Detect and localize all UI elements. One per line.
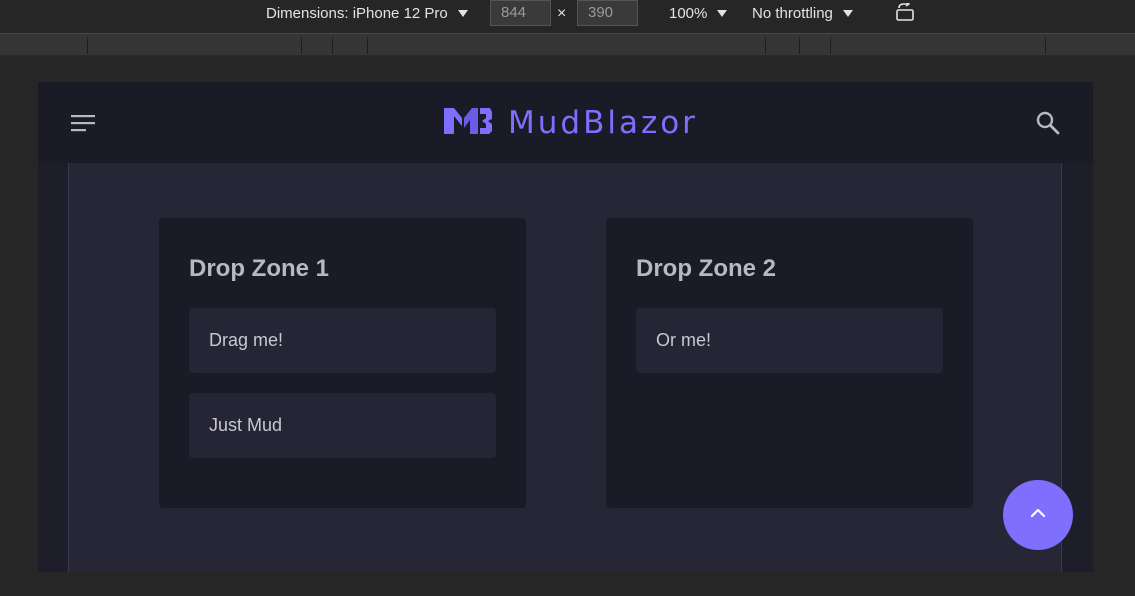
devtools-device-toolbar: Dimensions: iPhone 12 Pro 844 × 390 100%… [0, 0, 1135, 33]
search-icon[interactable] [1035, 110, 1061, 136]
zoom-label: 100% [669, 4, 708, 22]
device-select-label: Dimensions: iPhone 12 Pro [266, 4, 448, 22]
drop-zone-title: Drop Zone 1 [189, 255, 330, 282]
ruler-tick [332, 37, 333, 54]
ruler-tick [87, 37, 88, 54]
drop-zone-title: Drop Zone 2 [636, 255, 777, 282]
throttling-select[interactable]: No throttling [752, 0, 853, 26]
height-input[interactable]: 390 [577, 0, 638, 26]
ruler-tick [799, 37, 800, 54]
mudblazor-logo-icon [442, 104, 494, 143]
chevron-down-icon [717, 9, 728, 17]
media-query-ruler[interactable] [0, 33, 1135, 56]
zoom-select[interactable]: 100% [669, 0, 728, 26]
brand-logo-link[interactable]: MudBlazor [442, 104, 698, 142]
drop-zone-1[interactable]: Drop Zone 1 Drag me! Just Mud [159, 218, 526, 508]
device-viewport: MudBlazor Drop Zone 1 Drag me! Just Mud … [38, 82, 1093, 572]
app-bar: MudBlazor [38, 82, 1093, 163]
times-separator: × [557, 5, 567, 22]
brand-name: MudBlazor [508, 105, 698, 141]
draggable-item[interactable]: Drag me! [189, 308, 496, 373]
width-input[interactable]: 844 [490, 0, 551, 26]
draggable-item[interactable]: Or me! [636, 308, 943, 373]
ruler-tick [367, 37, 368, 54]
chevron-down-icon [842, 9, 853, 17]
ruler-tick [1045, 37, 1046, 54]
ruler-tick [765, 37, 766, 54]
throttling-label: No throttling [752, 4, 833, 22]
chevron-down-icon [457, 9, 468, 17]
ruler-tick [301, 37, 302, 54]
drop-zone-2[interactable]: Drop Zone 2 Or me! [606, 218, 973, 508]
draggable-item[interactable]: Just Mud [189, 393, 496, 458]
scroll-to-top-button[interactable] [1003, 480, 1073, 550]
chevron-up-icon [1028, 506, 1048, 525]
ruler-tick [830, 37, 831, 54]
rotate-icon[interactable] [895, 1, 917, 27]
menu-icon[interactable] [69, 112, 97, 134]
device-select[interactable]: Dimensions: iPhone 12 Pro [266, 0, 468, 26]
main-content: Drop Zone 1 Drag me! Just Mud Drop Zone … [68, 163, 1062, 572]
